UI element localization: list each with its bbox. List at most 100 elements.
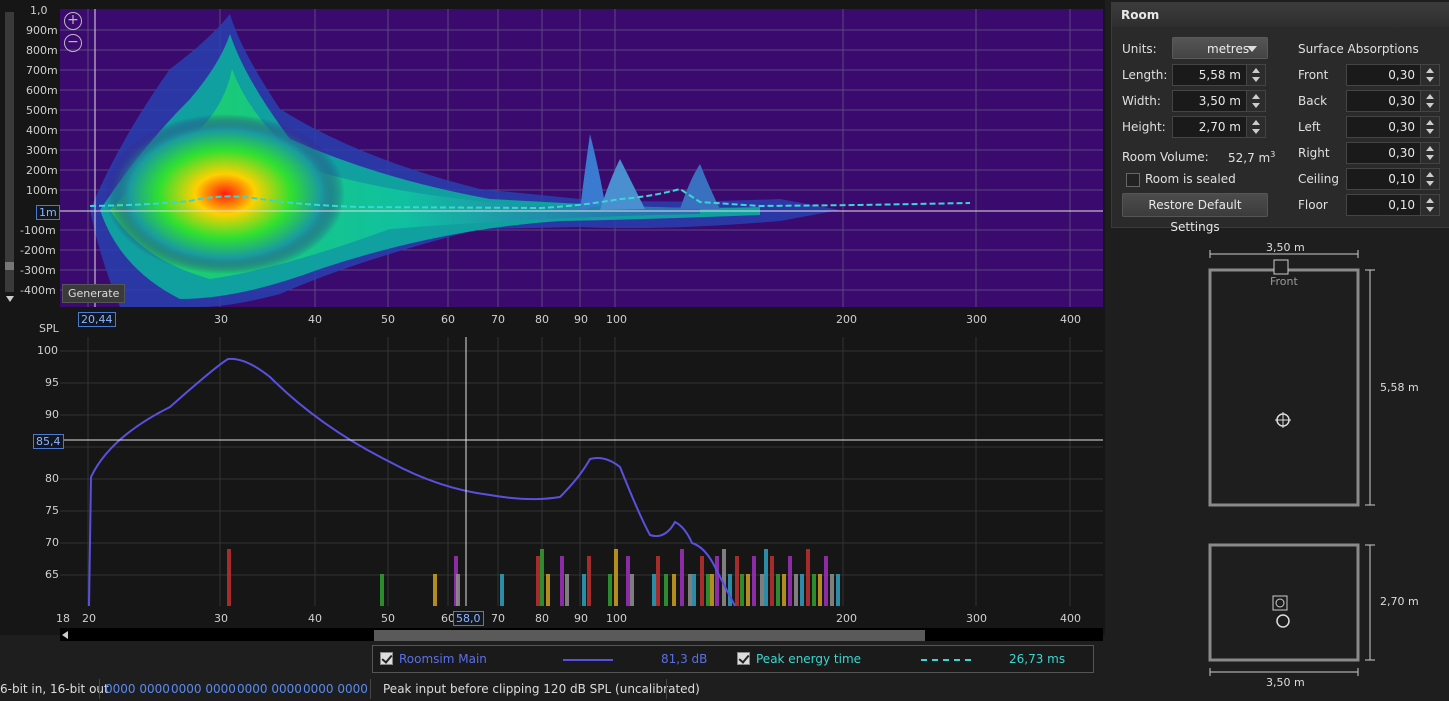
width-stepper[interactable]: 3,50 m — [1172, 90, 1266, 112]
spl-x-tick-label: 200 — [836, 612, 857, 625]
spl-x-tick-label: 400 — [1060, 612, 1081, 625]
absorption-stepper-left[interactable]: 0,30 — [1346, 116, 1440, 138]
absorption-label-right: Right — [1298, 146, 1330, 160]
height-stepper[interactable]: 2,70 m — [1172, 116, 1266, 138]
units-dropdown[interactable]: metres — [1172, 37, 1268, 59]
peak-energy-time-checkbox[interactable] — [737, 652, 750, 665]
zoom-out-icon[interactable]: − — [64, 34, 82, 52]
peak-marker-bar — [710, 574, 714, 606]
scroll-left-arrow-icon[interactable] — [62, 631, 68, 639]
absorption-value: 0,30 — [1388, 146, 1415, 160]
peak-marker-bar — [715, 556, 719, 606]
bit-depth-status: 6-bit in, 16-bit out — [0, 682, 109, 696]
absorption-stepper-front[interactable]: 0,30 — [1346, 64, 1440, 86]
generate-tooltip[interactable]: Generate — [62, 284, 126, 303]
room-volume-unit-exponent: 3 — [1270, 150, 1276, 159]
spectrogram-x-tick-label: 200 — [836, 313, 857, 326]
spin-arrows-icon[interactable] — [1246, 117, 1265, 137]
room-sealed-label: Room is sealed — [1145, 172, 1236, 186]
absorption-value: 0,10 — [1388, 198, 1415, 212]
absorption-stepper-ceiling[interactable]: 0,10 — [1346, 168, 1440, 190]
peak-marker-bar — [800, 574, 804, 606]
peak-marker-bar — [456, 574, 460, 606]
width-value: 3,50 m — [1198, 94, 1241, 108]
peak-marker-bar — [380, 574, 384, 606]
spin-arrows-icon[interactable] — [1420, 117, 1439, 137]
length-stepper[interactable]: 5,58 m — [1172, 64, 1266, 86]
spin-arrows-icon[interactable] — [1420, 169, 1439, 189]
front-speaker-icon — [1273, 259, 1289, 275]
room-volume-label: Room Volume: — [1122, 150, 1209, 164]
spin-arrows-icon[interactable] — [1420, 65, 1439, 85]
status-bar: 6-bit in, 16-bit out 0000 0000 0000 0000… — [0, 677, 1105, 701]
absorption-value: 0,30 — [1388, 68, 1415, 82]
status-code-1: 0000 0000 — [105, 682, 170, 696]
absorption-value: 0,30 — [1388, 94, 1415, 108]
spectrogram-vertical-scale-bar[interactable] — [5, 12, 14, 292]
peak-marker-bar — [746, 574, 750, 606]
room-plan-outline — [1208, 268, 1360, 507]
spectrogram-x-tick-label: 50 — [381, 313, 395, 326]
room-sealed-checkbox[interactable] — [1126, 173, 1140, 187]
frequency-scroll-thumb[interactable] — [374, 630, 925, 641]
height-value: 2,70 m — [1198, 120, 1241, 134]
peak-marker-bar — [812, 574, 816, 606]
spl-plot[interactable] — [60, 337, 1103, 606]
peak-marker-bar — [735, 556, 739, 606]
peak-marker-bar — [565, 574, 569, 606]
status-code-3: 0000 0000 — [237, 682, 302, 696]
peak-marker-bar — [794, 574, 798, 606]
zoom-in-icon[interactable]: + — [64, 12, 82, 30]
spectrogram-scale-thumb[interactable] — [5, 262, 14, 270]
peak-marker-bar — [587, 556, 591, 606]
spin-arrows-icon[interactable] — [1420, 143, 1439, 163]
spectrogram-y-tick-label: 500m — [26, 104, 58, 117]
spectrogram-panel[interactable]: + − Generate 1,0 900m 800m 700m 600m 500m 400m… — [0, 0, 1105, 335]
spl-x-tick-label: 100 — [606, 612, 627, 625]
roomsim-main-label[interactable]: Roomsim Main — [399, 652, 487, 666]
scale-down-arrow-icon[interactable] — [6, 296, 14, 302]
spectrogram-y-tick-label: 600m — [26, 84, 58, 97]
absorption-label-front: Front — [1298, 68, 1329, 82]
absorption-label-ceiling: Ceiling — [1298, 172, 1339, 186]
peak-marker-bar — [227, 549, 231, 606]
spl-x-tick-label: 80 — [535, 612, 549, 625]
peak-marker-bar — [706, 574, 710, 606]
spl-y-tick-label: 90 — [45, 408, 59, 421]
status-code-4: 0000 0000 — [303, 682, 368, 696]
spectrogram-plot[interactable] — [60, 9, 1103, 307]
spl-panel[interactable]: SPL 100 95 90 80 75 70 65 18 20 30 40 50 60 70 80 90 10… — [0, 322, 1105, 635]
peak-energy-time-label[interactable]: Peak energy time — [756, 652, 861, 666]
graph-legend: Roomsim Main 81,3 dB Peak energy time 26… — [372, 645, 1094, 673]
peak-marker-bar — [672, 574, 676, 606]
spin-arrows-icon[interactable] — [1246, 65, 1265, 85]
spectrogram-y-tick-label: 300m — [26, 144, 58, 157]
peak-input-status: Peak input before clipping 120 dB SPL (u… — [383, 682, 700, 696]
absorption-stepper-back[interactable]: 0,30 — [1346, 90, 1440, 112]
spl-x-tick-label: 40 — [308, 612, 322, 625]
length-value: 5,58 m — [1198, 68, 1241, 82]
spl-y-tick-label: 75 — [45, 504, 59, 517]
spectrogram-y-tick-label: 700m — [26, 64, 58, 77]
peak-energy-time-value: 26,73 ms — [1009, 652, 1066, 666]
peak-marker-bar — [764, 549, 768, 606]
spl-axis-title: SPL — [39, 322, 59, 335]
absorption-label-floor: Floor — [1298, 198, 1328, 212]
elevation-height-label: 2,70 m — [1380, 595, 1419, 608]
spin-arrows-icon[interactable] — [1420, 195, 1439, 215]
absorption-stepper-right[interactable]: 0,30 — [1346, 142, 1440, 164]
restore-default-settings-button[interactable]: Restore Default Settings — [1122, 193, 1268, 234]
spectrogram-y-tick-label: 200m — [26, 164, 58, 177]
peak-marker-bar — [560, 556, 564, 606]
peak-marker-bar — [500, 574, 504, 606]
spin-arrows-icon[interactable] — [1420, 91, 1439, 111]
spectrogram-x-tick-label: 30 — [214, 313, 228, 326]
spectrogram-x-tick-label: 400 — [1060, 313, 1081, 326]
spin-arrows-icon[interactable] — [1246, 91, 1265, 111]
elevation-speaker-icon — [1272, 595, 1288, 611]
plan-width-label: 3,50 m — [1266, 241, 1305, 254]
spectrogram-x-tick-label: 80 — [535, 313, 549, 326]
spl-y-tick-label: 95 — [45, 376, 59, 389]
absorption-stepper-floor[interactable]: 0,10 — [1346, 194, 1440, 216]
roomsim-main-checkbox[interactable] — [380, 652, 393, 665]
